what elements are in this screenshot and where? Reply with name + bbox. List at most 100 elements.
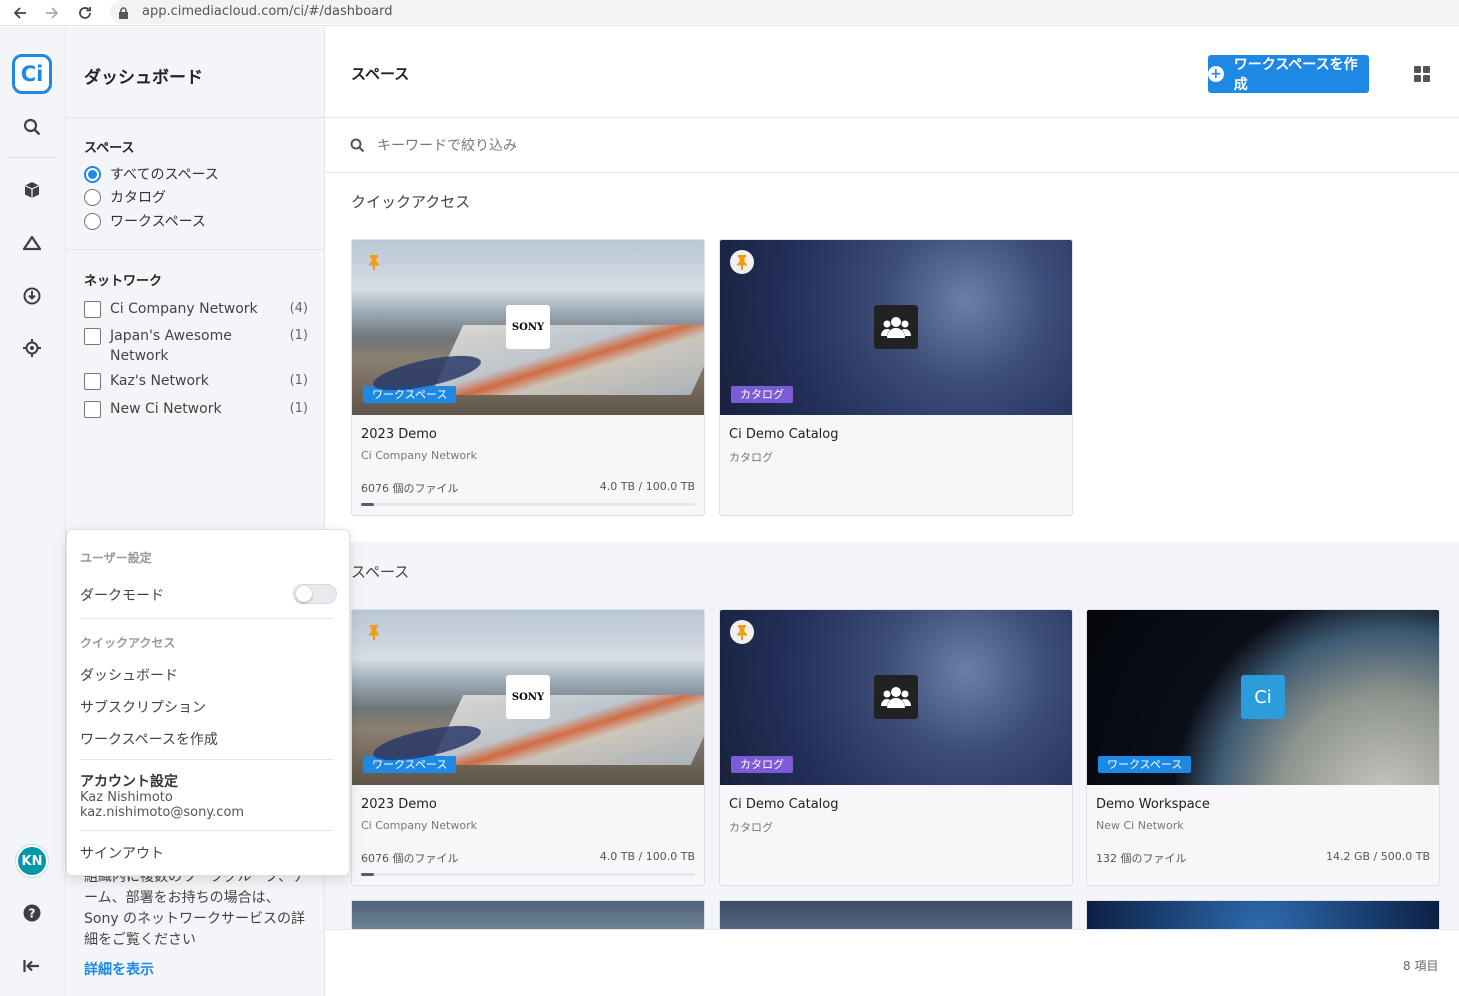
checkbox[interactable] — [84, 301, 101, 318]
card-name: Ci Demo Catalog — [729, 427, 839, 442]
divider — [325, 929, 1459, 930]
user-menu: ユーザー設定 ダークモード クイックアクセス ダッシュボード サブスクリプション… — [66, 529, 350, 876]
radio-label: ワークスペース — [110, 214, 206, 230]
create-workspace-button[interactable]: + ワークスペースを作成 — [1208, 55, 1369, 93]
back-arrow-icon[interactable] — [10, 3, 30, 23]
space-card[interactable]: Ci ワークスペース Demo Workspace New Ci Network 132… — [1086, 609, 1440, 886]
account-settings-link[interactable]: アカウント設定 — [80, 771, 178, 791]
usage-bar-fill — [361, 873, 375, 876]
type-badge: カタログ — [731, 756, 793, 773]
ci-logo: Ci — [1241, 675, 1285, 719]
user-settings-heading: ユーザー設定 — [80, 551, 152, 565]
pin-icon[interactable] — [362, 250, 386, 274]
space-card[interactable]: カタログ Ci Demo Catalog カタログ — [719, 239, 1073, 516]
network-label: Ci Company Network — [110, 301, 258, 317]
svg-text:?: ? — [29, 907, 36, 921]
card-network: Ci Company Network — [361, 819, 477, 832]
network-count: (4) — [289, 301, 308, 316]
file-count: 6076 個のファイル — [361, 852, 459, 865]
grid-view-icon[interactable] — [1414, 66, 1430, 82]
panel-title: ダッシュボード — [84, 68, 203, 88]
dark-mode-toggle[interactable] — [293, 584, 337, 604]
checkbox[interactable] — [84, 373, 101, 390]
search-bar[interactable]: キーワードで絞り込み — [350, 135, 517, 155]
card-thumbnail: SONY ワークスペース — [352, 610, 704, 785]
menu-link-subscription[interactable]: サブスクリプション — [80, 697, 206, 717]
network-checkbox-row[interactable]: Ci Company Network (4) — [84, 299, 308, 319]
usage-bar — [361, 873, 695, 876]
space-card[interactable]: SONY ワークスペース 2023 Demo Ci Company Network 60… — [351, 609, 705, 886]
divider — [80, 830, 333, 831]
radio-button[interactable] — [84, 212, 101, 230]
card-network: Ci Company Network — [361, 449, 477, 462]
space-card-partial[interactable] — [1086, 900, 1440, 929]
show-details-link[interactable]: 詳細を表示 — [84, 959, 154, 979]
team-icon — [874, 675, 918, 719]
divider — [66, 117, 325, 118]
pin-icon[interactable] — [362, 620, 386, 644]
dark-mode-label: ダークモード — [80, 588, 164, 604]
network-count: (1) — [289, 328, 308, 343]
browser-toolbar: app.cimediacloud.com/ci/#/dashboard — [0, 0, 1459, 26]
file-count: 6076 個のファイル — [361, 482, 459, 495]
radio-button-selected[interactable] — [84, 165, 101, 183]
cloud-icon[interactable] — [18, 229, 46, 257]
avatar[interactable]: KN — [16, 845, 48, 877]
storage-usage: 4.0 TB / 100.0 TB — [599, 850, 695, 863]
network-count: (1) — [289, 373, 308, 388]
card-name: 2023 Demo — [361, 427, 437, 442]
sign-out-link[interactable]: サインアウト — [80, 843, 164, 863]
item-count: 8 項目 — [1403, 959, 1439, 973]
cube-icon[interactable] — [18, 176, 46, 204]
forward-arrow-icon[interactable] — [42, 3, 62, 23]
network-checkbox-row[interactable]: New Ci Network (1) — [84, 399, 308, 419]
space-card[interactable]: SONY ワークスペース 2023 Demo Ci Company Network 60… — [351, 239, 705, 516]
card-thumbnail: SONY ワークスペース — [352, 240, 704, 415]
sony-logo: SONY — [506, 675, 550, 719]
network-checkbox-row[interactable]: Kaz's Network (1) — [84, 371, 308, 391]
ci-logo[interactable]: Ci — [12, 54, 52, 94]
radio-workspace[interactable]: ワークスペース — [84, 211, 206, 231]
search-input[interactable]: キーワードで絞り込み — [377, 135, 517, 155]
menu-link-create-workspace[interactable]: ワークスペースを作成 — [80, 729, 218, 749]
checkbox[interactable] — [84, 328, 101, 345]
sony-logo: SONY — [506, 305, 550, 349]
spaces-scroll-area[interactable]: クイックアクセス スペース SONY ワークスペース 2023 Demo Ci Com… — [325, 173, 1459, 929]
network-label: Japan's Awesome Network — [110, 328, 232, 364]
type-badge: ワークスペース — [363, 386, 457, 403]
file-count: 132 個のファイル — [1096, 852, 1187, 865]
power-download-icon[interactable] — [18, 282, 46, 310]
radio-button[interactable] — [84, 188, 101, 206]
pin-icon[interactable] — [730, 620, 754, 644]
lock-icon — [118, 5, 129, 24]
checkbox[interactable] — [84, 401, 101, 418]
usage-bar — [1096, 873, 1430, 876]
help-icon[interactable]: ? — [18, 899, 46, 927]
search-icon — [350, 138, 365, 153]
type-badge: ワークスペース — [1098, 756, 1192, 773]
space-card-partial[interactable] — [719, 900, 1073, 929]
radio-catalog[interactable]: カタログ — [84, 187, 166, 207]
network-label: New Ci Network — [110, 401, 222, 417]
card-name: Ci Demo Catalog — [729, 797, 839, 812]
space-card-partial[interactable] — [351, 900, 705, 929]
search-icon[interactable] — [18, 113, 46, 141]
page-title: スペース — [351, 65, 410, 83]
space-card[interactable]: カタログ Ci Demo Catalog カタログ — [719, 609, 1073, 886]
type-badge: カタログ — [731, 386, 793, 403]
radio-all-spaces[interactable]: すべてのスペース — [84, 164, 219, 184]
storage-usage: 14.2 GB / 500.0 TB — [1325, 850, 1430, 863]
crosshair-icon[interactable] — [18, 334, 46, 362]
reload-icon[interactable] — [75, 3, 95, 23]
divider — [66, 249, 325, 250]
radio-label: カタログ — [110, 190, 166, 206]
network-info-text: 組織内に複数のワークグループ、チーム、部署をお持ちの場合は、Sony のネットワ… — [84, 869, 307, 948]
menu-link-dashboard[interactable]: ダッシュボード — [80, 665, 178, 685]
quick-access-heading: クイックアクセス — [351, 193, 471, 211]
divider — [325, 117, 1459, 118]
collapse-icon[interactable] — [18, 952, 46, 980]
network-checkbox-row[interactable]: Japan's Awesome Network (1) — [84, 326, 308, 366]
nav-rail: Ci KN ? — [0, 27, 66, 996]
rail-divider — [8, 157, 58, 158]
pin-icon[interactable] — [730, 250, 754, 274]
